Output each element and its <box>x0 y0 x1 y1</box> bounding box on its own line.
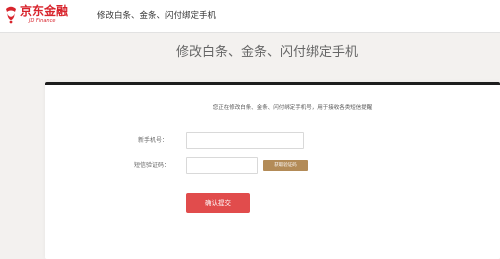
bind-phone-form-card: 您正在修改白条、金条、闪付绑定手机号，用于接收各类短信提醒 新手机号： 短信验证… <box>45 82 500 259</box>
logo-subtext: JD Finance <box>29 18 56 24</box>
top-header: 京东金融 JD Finance 修改白条、金条、闪付绑定手机 <box>0 0 500 33</box>
sms-code-label: 短信验证码： <box>134 162 171 169</box>
new-phone-label: 新手机号： <box>138 137 169 144</box>
jd-finance-logo[interactable]: 京东金融 JD Finance <box>2 3 68 29</box>
header-title: 修改白条、金条、闪付绑定手机 <box>97 11 217 21</box>
new-phone-input[interactable] <box>186 132 304 149</box>
get-sms-code-button[interactable]: 获取验证码 <box>263 160 308 171</box>
jd-dog-logo-icon <box>6 6 16 24</box>
submit-button[interactable]: 确认提交 <box>186 193 250 213</box>
sms-code-input[interactable] <box>186 157 258 174</box>
form-notice: 您正在修改白条、金条、闪付绑定手机号，用于接收各类短信提醒 <box>212 105 373 111</box>
logo-text: 京东金融 <box>20 4 69 18</box>
page-title: 修改白条、金条、闪付绑定手机 <box>175 45 358 60</box>
